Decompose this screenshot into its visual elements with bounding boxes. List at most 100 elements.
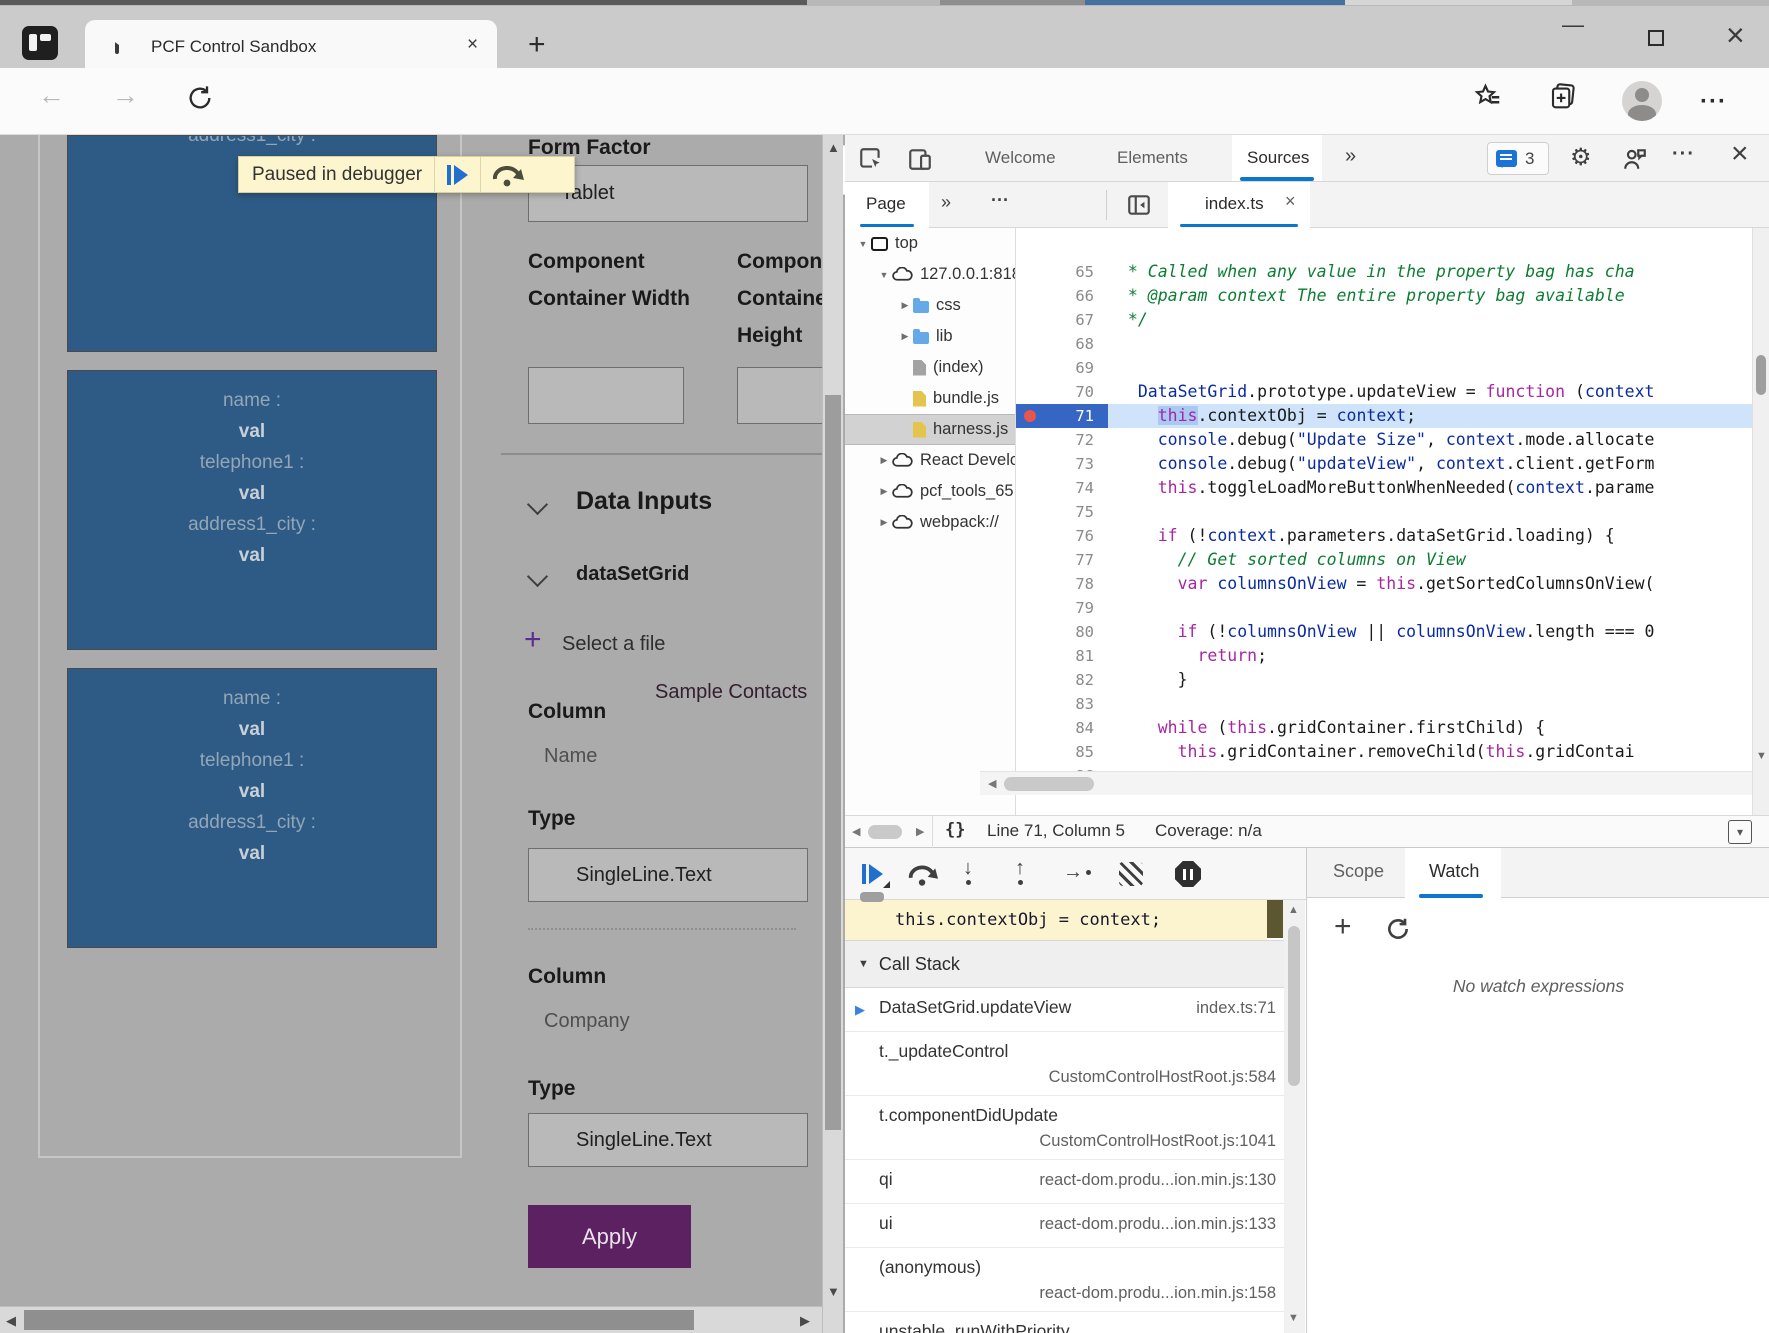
chevron-expanded-icon[interactable]: ▼ (855, 239, 871, 249)
chevron-collapsed-icon[interactable]: ▶ (876, 455, 892, 466)
stack-frame-unstable-runwithpriority[interactable]: unstable_runWithPriority (845, 1312, 1284, 1333)
tree-item-top[interactable]: ▼top (845, 228, 1015, 259)
code-line-79[interactable]: 79 (1016, 596, 1752, 620)
editor-scroll-down-icon[interactable]: ▼ (1756, 750, 1767, 762)
stack-frame-qi[interactable]: qireact-dom.produ...ion.min.js:130 (845, 1160, 1284, 1204)
code-line-77[interactable]: 77 // Get sorted columns on View (1016, 548, 1752, 572)
line-number[interactable]: 74 (1016, 476, 1108, 500)
line-number[interactable]: 84 (1016, 716, 1108, 740)
collections-icon[interactable] (1548, 81, 1578, 111)
line-number[interactable]: 85 (1016, 740, 1108, 764)
data-inputs-chevron-down-icon[interactable] (527, 494, 548, 515)
page-vertical-scrollbar[interactable]: ▲ ▼ (822, 135, 843, 1333)
device-toolbar-icon[interactable] (907, 146, 933, 172)
code-line-82[interactable]: 82 } (1016, 668, 1752, 692)
feedback-icon[interactable] (1622, 146, 1648, 172)
code-line-70[interactable]: 70 DataSetGrid.prototype.updateView = fu… (1016, 380, 1752, 404)
window-minimize-button[interactable]: — (1562, 12, 1584, 38)
code-line-67[interactable]: 67 */ (1016, 308, 1752, 332)
call-stack-header[interactable]: ▼ Call Stack (845, 940, 1284, 988)
code-line-69[interactable]: 69 (1016, 356, 1752, 380)
code-line-74[interactable]: 74 this.toggleLoadMoreButtonWhenNeeded(c… (1016, 476, 1752, 500)
deactivate-breakpoints-icon[interactable] (1119, 862, 1143, 886)
code-line-76[interactable]: 76 if (!context.parameters.dataSetGrid.l… (1016, 524, 1752, 548)
code-line-71[interactable]: 71 this.contextObj = context; (1016, 404, 1752, 428)
scroll-down-icon[interactable]: ▼ (827, 1285, 840, 1298)
line-number[interactable]: 69 (1016, 356, 1108, 380)
tree-item-react-developer[interactable]: ▶React Developer (845, 445, 1015, 476)
debugger-scroll-thumb[interactable] (1288, 926, 1300, 1086)
chevron-collapsed-icon[interactable]: ▶ (897, 331, 913, 342)
more-tabs-icon[interactable]: » (1345, 145, 1356, 168)
chevron-collapsed-icon[interactable]: ▶ (876, 486, 892, 497)
code-line-75[interactable]: 75 (1016, 500, 1752, 524)
pause-on-exceptions-icon[interactable] (1175, 861, 1201, 887)
scroll-right-icon[interactable]: ▶ (800, 1314, 810, 1327)
settings-gear-icon[interactable]: ⚙ (1570, 143, 1592, 172)
tab-elements[interactable]: Elements (1117, 148, 1188, 168)
code-line-72[interactable]: 72 console.debug("Update Size", context.… (1016, 428, 1752, 452)
tab-watch[interactable]: Watch (1405, 848, 1501, 898)
workspaces-icon[interactable] (22, 26, 58, 60)
code-line-73[interactable]: 73 console.debug("updateView", context.c… (1016, 452, 1752, 476)
code-line-66[interactable]: 66 * @param context The entire property … (1016, 284, 1752, 308)
line-number[interactable]: 75 (1016, 500, 1108, 524)
step-into-icon[interactable]: ↓ (963, 858, 973, 885)
stack-frame-datasetgrid-updateview[interactable]: ▶DataSetGrid.updateViewindex.ts:71 (845, 988, 1284, 1032)
tree-item-127-0-0-1-8181[interactable]: ▼127.0.0.1:8181 (845, 259, 1015, 290)
new-tab-button[interactable]: + (528, 28, 546, 62)
line-number[interactable]: 77 (1016, 548, 1108, 572)
container-width-input[interactable] (528, 367, 684, 424)
chevron-expanded-icon[interactable]: ▼ (876, 270, 892, 280)
line-number[interactable]: 65 (1016, 260, 1108, 284)
navigator-tab-page[interactable]: Page (845, 182, 929, 228)
stack-frame-t-updatecontrol[interactable]: t._updateControlCustomControlHostRoot.js… (845, 1032, 1284, 1096)
line-number[interactable]: 81 (1016, 644, 1108, 668)
editor-vertical-scrollbar[interactable]: ▼ (1752, 228, 1769, 815)
editor-tab-index-ts[interactable]: index.ts × (1168, 182, 1310, 228)
page-hscrollbar-thumb[interactable] (24, 1310, 694, 1330)
editor-vscroll-thumb[interactable] (1756, 355, 1766, 395)
banner-step-over-icon[interactable] (491, 163, 525, 187)
window-close-button[interactable]: × (1726, 17, 1745, 54)
tree-item-pcf-tools-65[interactable]: ▶pcf_tools_65 (845, 476, 1015, 507)
line-number[interactable]: 72 (1016, 428, 1108, 452)
code-line-81[interactable]: 81 return; (1016, 644, 1752, 668)
window-maximize-button[interactable] (1648, 30, 1664, 46)
select-file-button[interactable]: Select a file (562, 633, 665, 656)
chevron-collapsed-icon[interactable]: ▶ (897, 300, 913, 311)
tab-sources[interactable]: Sources (1232, 135, 1322, 181)
scroll-left-icon[interactable]: ◀ (6, 1314, 16, 1327)
page-horizontal-scrollbar[interactable]: ◀ ▶ (0, 1306, 822, 1333)
issues-badge[interactable]: 3 (1487, 142, 1549, 175)
browser-tab[interactable]: PCF Control Sandbox × (85, 20, 497, 74)
select-file-plus-icon[interactable]: + (524, 623, 542, 657)
forward-icon[interactable]: → (112, 82, 139, 109)
tree-scroll-right-icon[interactable]: ▶ (916, 825, 924, 838)
line-number[interactable]: 70 (1016, 380, 1108, 404)
code-line-65[interactable]: 65 * Called when any value in the proper… (1016, 260, 1752, 284)
line-number[interactable]: 80 (1016, 620, 1108, 644)
code-line-85[interactable]: 85 this.gridContainer.removeChild(this.g… (1016, 740, 1752, 764)
stack-frame-t-componentdidupdate[interactable]: t.componentDidUpdateCustomControlHostRoo… (845, 1096, 1284, 1160)
tab-scope[interactable]: Scope (1333, 861, 1384, 882)
step-over-icon[interactable] (907, 863, 939, 887)
code-line-83[interactable]: 83 (1016, 692, 1752, 716)
line-number[interactable]: 67 (1016, 308, 1108, 332)
container-height-input[interactable] (737, 367, 822, 424)
chevron-collapsed-icon[interactable]: ▶ (876, 517, 892, 528)
favorites-bar-icon[interactable] (1473, 81, 1503, 111)
scroll-up-icon[interactable]: ▲ (827, 141, 840, 154)
devtools-close-icon[interactable]: × (1731, 137, 1749, 171)
apply-button[interactable]: Apply (528, 1205, 691, 1268)
editor-horizontal-scrollbar[interactable]: ◀ (980, 771, 1752, 795)
line-number[interactable]: 68 (1016, 332, 1108, 356)
tree-hscroll-thumb[interactable] (868, 825, 902, 839)
line-number[interactable]: 76 (1016, 524, 1108, 548)
navigator-more-icon[interactable]: ··· (991, 190, 1009, 211)
inspect-element-icon[interactable] (858, 146, 884, 172)
line-number[interactable]: 79 (1016, 596, 1108, 620)
code-line-68[interactable]: 68 (1016, 332, 1752, 356)
editor-tab-close-icon[interactable]: × (1285, 191, 1296, 212)
devtools-more-icon[interactable]: ··· (1672, 143, 1695, 166)
